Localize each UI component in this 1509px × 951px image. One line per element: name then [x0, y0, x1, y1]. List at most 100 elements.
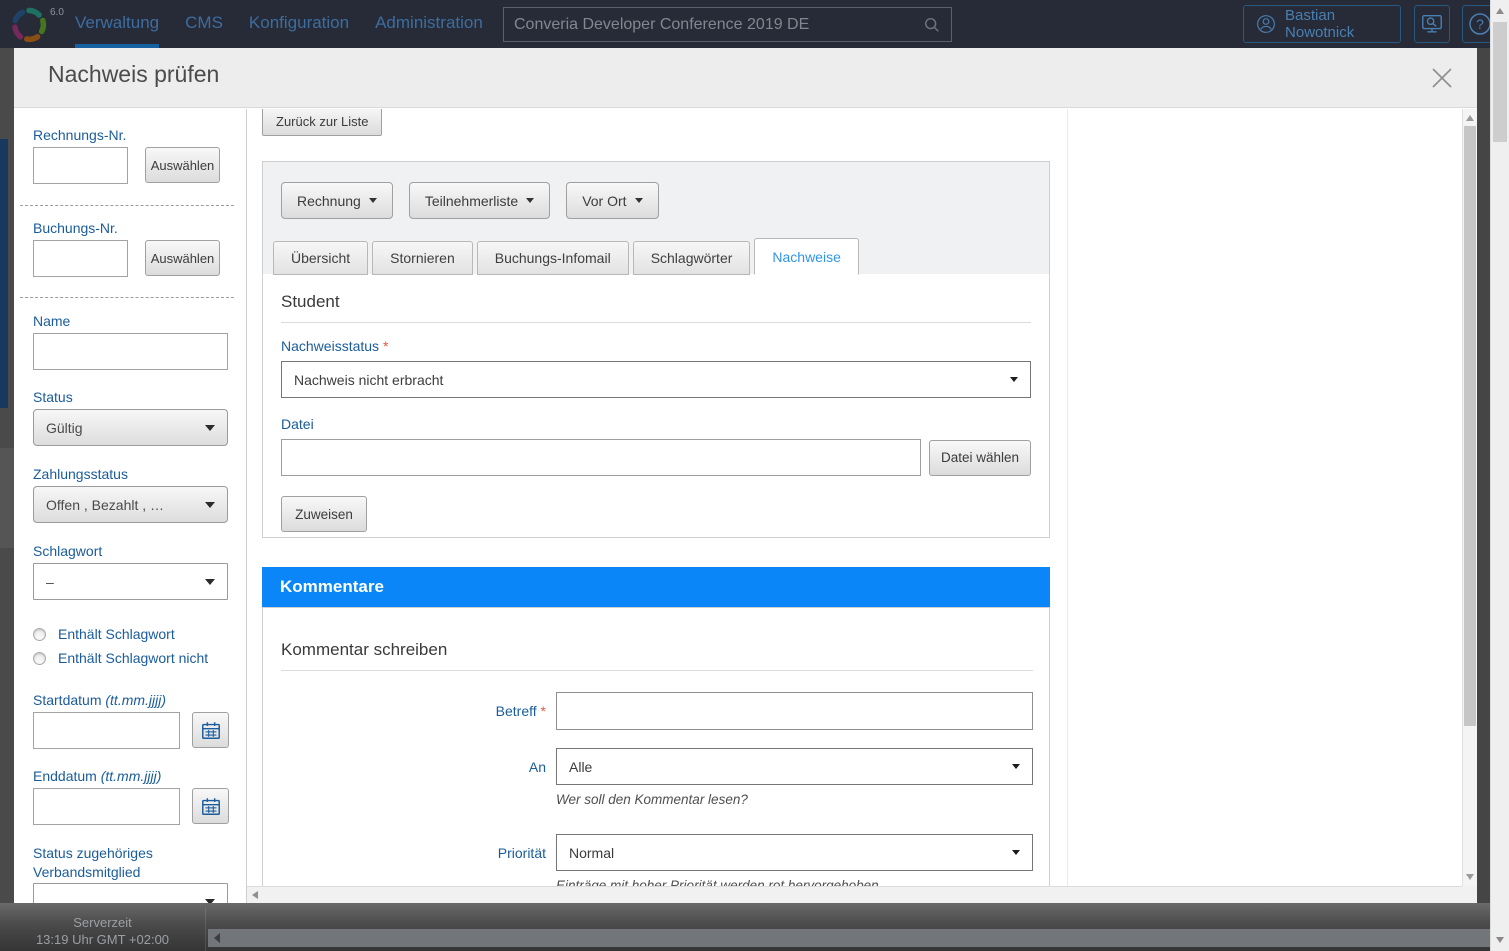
dimmed-page-left [0, 48, 14, 903]
topbar: 6.0 Verwaltung CMS Konfiguration Adminis… [0, 0, 1490, 48]
user-icon [1256, 12, 1276, 36]
schlagwort-select[interactable]: – [33, 563, 228, 600]
page-scrollbar-thumb[interactable] [1493, 22, 1507, 142]
main-nav: Verwaltung CMS Konfiguration Administrat… [75, 0, 483, 48]
datei-row: Datei wählen [281, 439, 1031, 476]
zurueck-zur-liste-button[interactable]: Zurück zur Liste [262, 109, 382, 136]
status-select[interactable]: Gültig [33, 409, 228, 446]
scroll-left-icon[interactable] [252, 891, 258, 899]
caret-down-icon [1012, 850, 1020, 855]
buchungsnr-input[interactable] [33, 240, 128, 277]
nav-item-cms[interactable]: CMS [185, 0, 223, 48]
tab-stornieren[interactable]: Stornieren [372, 241, 473, 275]
server-time: Serverzeit 13:19 Uhr GMT +02:00 [0, 908, 206, 951]
betreff-input[interactable] [556, 692, 1033, 730]
nav-label: Administration [375, 13, 483, 32]
buchungsnr-auswaehlen-button[interactable]: Auswählen [145, 240, 220, 276]
startdatum-input[interactable] [33, 712, 180, 749]
radio-label: Enthält Schlagwort [58, 626, 175, 642]
rechnung-dropdown-button[interactable]: Rechnung [281, 182, 393, 219]
modal-horizontal-scrollbar[interactable] [247, 886, 1462, 903]
modal-scrollbar-thumb[interactable] [1464, 126, 1476, 726]
modal-body: Rechnungs-Nr. Auswählen Buchungs-Nr. Aus… [14, 109, 1477, 903]
conference-search-input[interactable] [514, 16, 923, 34]
caret-down-icon [205, 899, 215, 904]
nachweis-pruefen-modal: Nachweis prüfen Rechnungs-Nr. Auswählen … [14, 48, 1477, 903]
conference-search-box [503, 7, 952, 42]
separator [20, 297, 234, 298]
main-content: Zurück zur Liste Rechnung Teilnehmerlist… [247, 109, 1462, 886]
status-label: Status [33, 389, 73, 405]
support-view-button[interactable] [1414, 5, 1450, 43]
caret-down-icon [1010, 377, 1018, 382]
kommentar-panel: Kommentar schreiben Betreff * An Alle [262, 607, 1050, 886]
an-select[interactable]: Alle [556, 748, 1033, 785]
startdatum-label-text: Startdatum [33, 692, 101, 708]
scroll-down-icon[interactable] [1466, 874, 1474, 880]
enddatum-input[interactable] [33, 788, 180, 825]
radio-icon[interactable] [33, 628, 46, 641]
tab-schlagwoerter[interactable]: Schlagwörter [633, 241, 751, 275]
page-scrollbar[interactable] [1490, 0, 1509, 951]
nav-label: CMS [185, 13, 223, 32]
name-input[interactable] [33, 333, 228, 370]
nachweise-tab-content: Student Nachweisstatus * Nachweis nicht … [263, 274, 1049, 537]
datei-label: Datei [281, 416, 1031, 432]
kommentare-header: Kommentare [262, 567, 1050, 607]
tab-uebersicht[interactable]: Übersicht [273, 241, 368, 275]
betreff-label: Betreff * [263, 703, 546, 719]
vor-ort-label: Vor Ort [582, 193, 626, 209]
scroll-up-icon[interactable] [1466, 115, 1474, 121]
rechnungsnr-input[interactable] [33, 147, 128, 184]
calendar-icon [200, 796, 222, 817]
dimmed-horizontal-scrollbar [208, 929, 1490, 947]
modal-vertical-scrollbar[interactable] [1462, 109, 1477, 886]
teilnehmerliste-label: Teilnehmerliste [425, 193, 518, 209]
betreff-label-text: Betreff [496, 703, 537, 719]
required-marker: * [383, 338, 388, 354]
startdatum-format: (tt.mm.jjjj) [105, 692, 166, 708]
caret-down-icon [1012, 764, 1020, 769]
prioritaet-select[interactable]: Normal [556, 834, 1033, 871]
teilnehmerliste-dropdown-button[interactable]: Teilnehmerliste [409, 182, 550, 219]
scroll-down-icon[interactable] [1496, 937, 1504, 943]
nav-item-administration[interactable]: Administration [375, 0, 483, 48]
converia-logo-icon [10, 6, 48, 44]
booking-panel: Rechnung Teilnehmerliste Vor Ort [262, 161, 1050, 538]
nachweisstatus-select[interactable]: Nachweis nicht erbracht [281, 361, 1031, 398]
logo-version: 6.0 [50, 7, 64, 18]
nachweisstatus-select-value: Nachweis nicht erbracht [294, 372, 443, 388]
startdatum-calendar-button[interactable] [192, 712, 229, 748]
datei-waehlen-button[interactable]: Datei wählen [929, 440, 1031, 476]
server-time-value: 13:19 Uhr GMT +02:00 [0, 931, 205, 948]
prioritaet-field: Normal [556, 834, 1033, 871]
scroll-up-icon[interactable] [1496, 8, 1504, 14]
radio-icon[interactable] [33, 652, 46, 665]
verbandsmitglied-select[interactable] [33, 883, 228, 903]
nav-item-konfiguration[interactable]: Konfiguration [249, 0, 349, 48]
scrollbar-corner [1462, 886, 1477, 903]
close-icon[interactable] [1429, 65, 1455, 91]
radio-enthaelt-schlagwort-nicht[interactable]: Enthält Schlagwort nicht [33, 650, 208, 666]
tab-nachweise[interactable]: Nachweise [754, 238, 858, 275]
rechnungsnr-auswaehlen-button[interactable]: Auswählen [145, 147, 220, 183]
server-time-label: Serverzeit [0, 914, 205, 931]
verbandsmitglied-label-line1: Status zugehöriges [33, 845, 153, 861]
datei-input[interactable] [281, 439, 921, 476]
vor-ort-dropdown-button[interactable]: Vor Ort [566, 182, 658, 219]
converia-logo[interactable]: 6.0 [10, 6, 66, 44]
title-rule [281, 670, 1033, 671]
enddatum-format: (tt.mm.jjjj) [101, 768, 162, 784]
tab-buchungs-infomail[interactable]: Buchungs-Infomail [477, 241, 629, 275]
zahlungsstatus-select[interactable]: Offen , Bezahlt , … [33, 486, 228, 523]
prioritaet-label: Priorität [263, 845, 546, 861]
nachweisstatus-label-text: Nachweisstatus [281, 338, 379, 354]
prioritaet-select-value: Normal [569, 845, 614, 861]
zuweisen-button[interactable]: Zuweisen [281, 496, 367, 532]
nav-item-verwaltung[interactable]: Verwaltung [75, 0, 159, 48]
radio-enthaelt-schlagwort[interactable]: Enthält Schlagwort [33, 626, 175, 642]
an-hint: Wer soll den Kommentar lesen? [556, 792, 748, 807]
user-menu-button[interactable]: Bastian Nowotnick [1243, 5, 1401, 43]
search-icon[interactable] [923, 16, 941, 34]
enddatum-calendar-button[interactable] [192, 788, 229, 824]
